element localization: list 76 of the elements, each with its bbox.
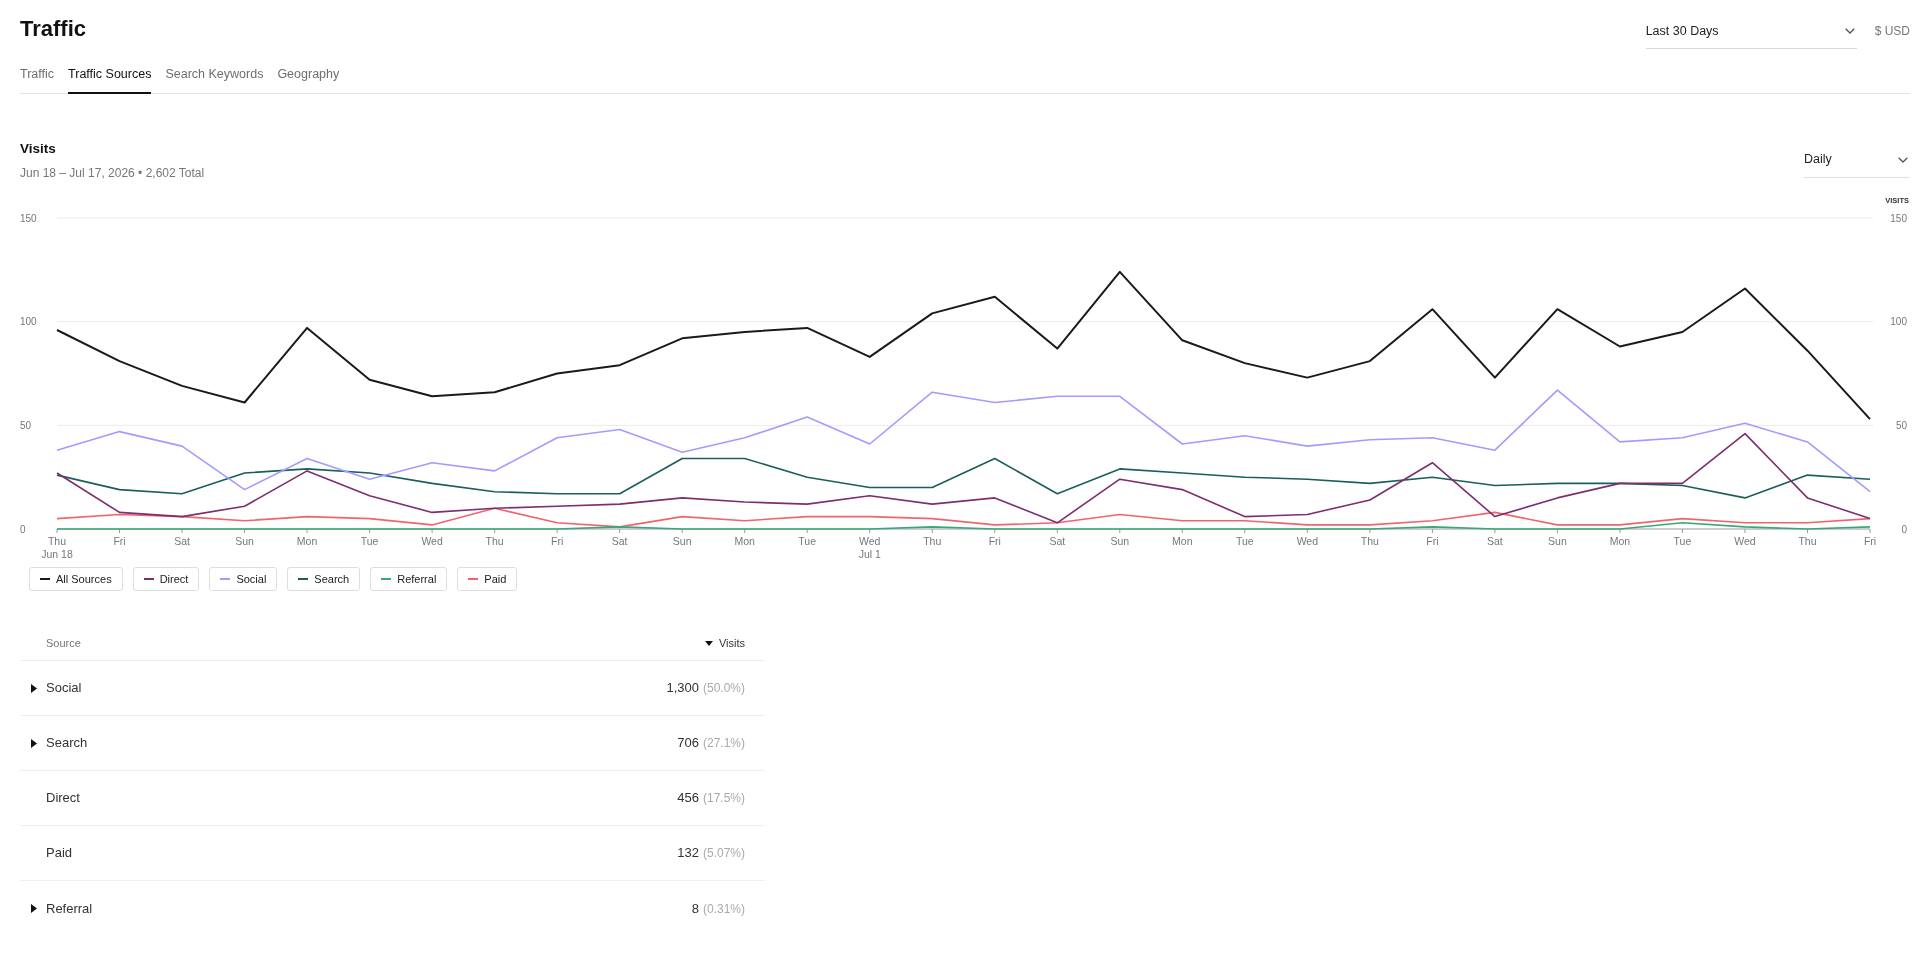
chevron-down-icon [1844, 28, 1855, 34]
x-axis-label: Mon [296, 535, 318, 547]
x-axis-label: Wed [421, 535, 443, 547]
x-axis-label: Sat [1487, 535, 1503, 547]
x-axis-label: Fri [113, 535, 126, 547]
legend-button[interactable]: Direct [132, 567, 200, 591]
x-axis-label: Sat [1049, 535, 1066, 547]
column-header[interactable]: Visits [704, 635, 745, 652]
tab[interactable]: Search Keywords [165, 56, 264, 94]
x-axis-label: Thu [1798, 535, 1817, 547]
x-axis-label: Sun [235, 535, 254, 547]
x-axis-label: Tue [360, 535, 379, 547]
x-axis-label: Sat [174, 535, 190, 547]
x-axis-label: Thu [1360, 535, 1379, 547]
source-name: Paid [46, 844, 74, 863]
x-axis-label: Sat [611, 535, 628, 547]
chevron-down-icon [1898, 156, 1908, 163]
caret-right-icon[interactable] [31, 904, 37, 913]
visit-share: (0.31%) [702, 900, 745, 918]
x-axis-label: Tue [1235, 535, 1254, 547]
x-axis-label: Mon [734, 535, 755, 547]
legend-button[interactable]: All Sources [29, 567, 123, 591]
x-axis-label: Sun [1110, 535, 1130, 547]
x-axis-label: Sun [1548, 535, 1567, 547]
page-title: Traffic [20, 15, 87, 43]
visit-count: 1,300 [666, 679, 699, 698]
tab[interactable]: Geography [277, 56, 340, 94]
interval-dropdown[interactable]: Daily [1804, 142, 1910, 178]
y-axis-label: 150 [1890, 212, 1907, 224]
caret-right-icon[interactable] [31, 683, 37, 693]
visit-share: (50.0%) [702, 680, 745, 697]
source-name: Direct [46, 789, 81, 808]
date-range-dropdown[interactable]: Last 30 Days [1645, 14, 1857, 49]
x-axis-label: Thu [485, 535, 504, 547]
x-axis-label: Mon [1172, 535, 1193, 547]
caret-right-icon[interactable] [31, 738, 37, 748]
currency-label: $ USD [1874, 23, 1910, 39]
legend-button[interactable]: Referral [370, 567, 448, 591]
visit-share: (27.1%) [702, 735, 745, 752]
x-axis-label: Fri [551, 535, 564, 547]
legend-button[interactable]: Social [209, 567, 278, 591]
visit-count: 132 [677, 844, 699, 863]
legend-button[interactable]: Search [287, 567, 361, 591]
source-name: Social [46, 679, 83, 698]
source-name: Referral [46, 899, 94, 918]
y-axis-label: 50 [1895, 419, 1907, 431]
source-name: Search [46, 734, 89, 753]
chart-subtitle: Jun 18 – Jul 17, 2026 • 2,602 Total [20, 165, 205, 181]
y-axis-label: 0 [1901, 523, 1907, 535]
visit-count: 456 [677, 789, 699, 808]
x-axis-label: Wed [1296, 535, 1319, 547]
x-axis-label: Tue [798, 535, 817, 547]
y-axis-label: 100 [1890, 316, 1907, 328]
tab[interactable]: Traffic [20, 56, 55, 94]
visit-share: (17.5%) [702, 790, 745, 807]
x-axis-label: Thu [923, 535, 942, 547]
y-axis-label: 50 [20, 419, 32, 431]
x-axis-label: Wed Jul 1 [858, 535, 881, 560]
tab[interactable]: Traffic Sources [68, 56, 152, 94]
visit-count: 706 [677, 734, 699, 753]
x-axis-label: Thu Jun 18 [41, 535, 73, 560]
x-axis-label: Mon [1609, 535, 1631, 547]
x-axis-label: Fri [988, 535, 1001, 547]
y-axis-label: 0 [20, 523, 26, 535]
legend-button[interactable]: Paid [457, 567, 518, 591]
column-header[interactable]: Source [46, 635, 81, 652]
chart-title: Visits [20, 141, 57, 157]
x-axis-label: Tue [1673, 535, 1692, 547]
visit-share: (5.07%) [702, 845, 745, 862]
x-axis-label: Fri [1426, 535, 1439, 547]
x-axis-label: Wed [1734, 535, 1756, 547]
y-axis-label: 150 [20, 212, 37, 224]
visit-count: 8 [691, 899, 699, 918]
y-axis-label: 100 [20, 316, 37, 328]
x-axis-label: Fri [1863, 535, 1877, 547]
x-axis-label: Sun [672, 535, 692, 547]
